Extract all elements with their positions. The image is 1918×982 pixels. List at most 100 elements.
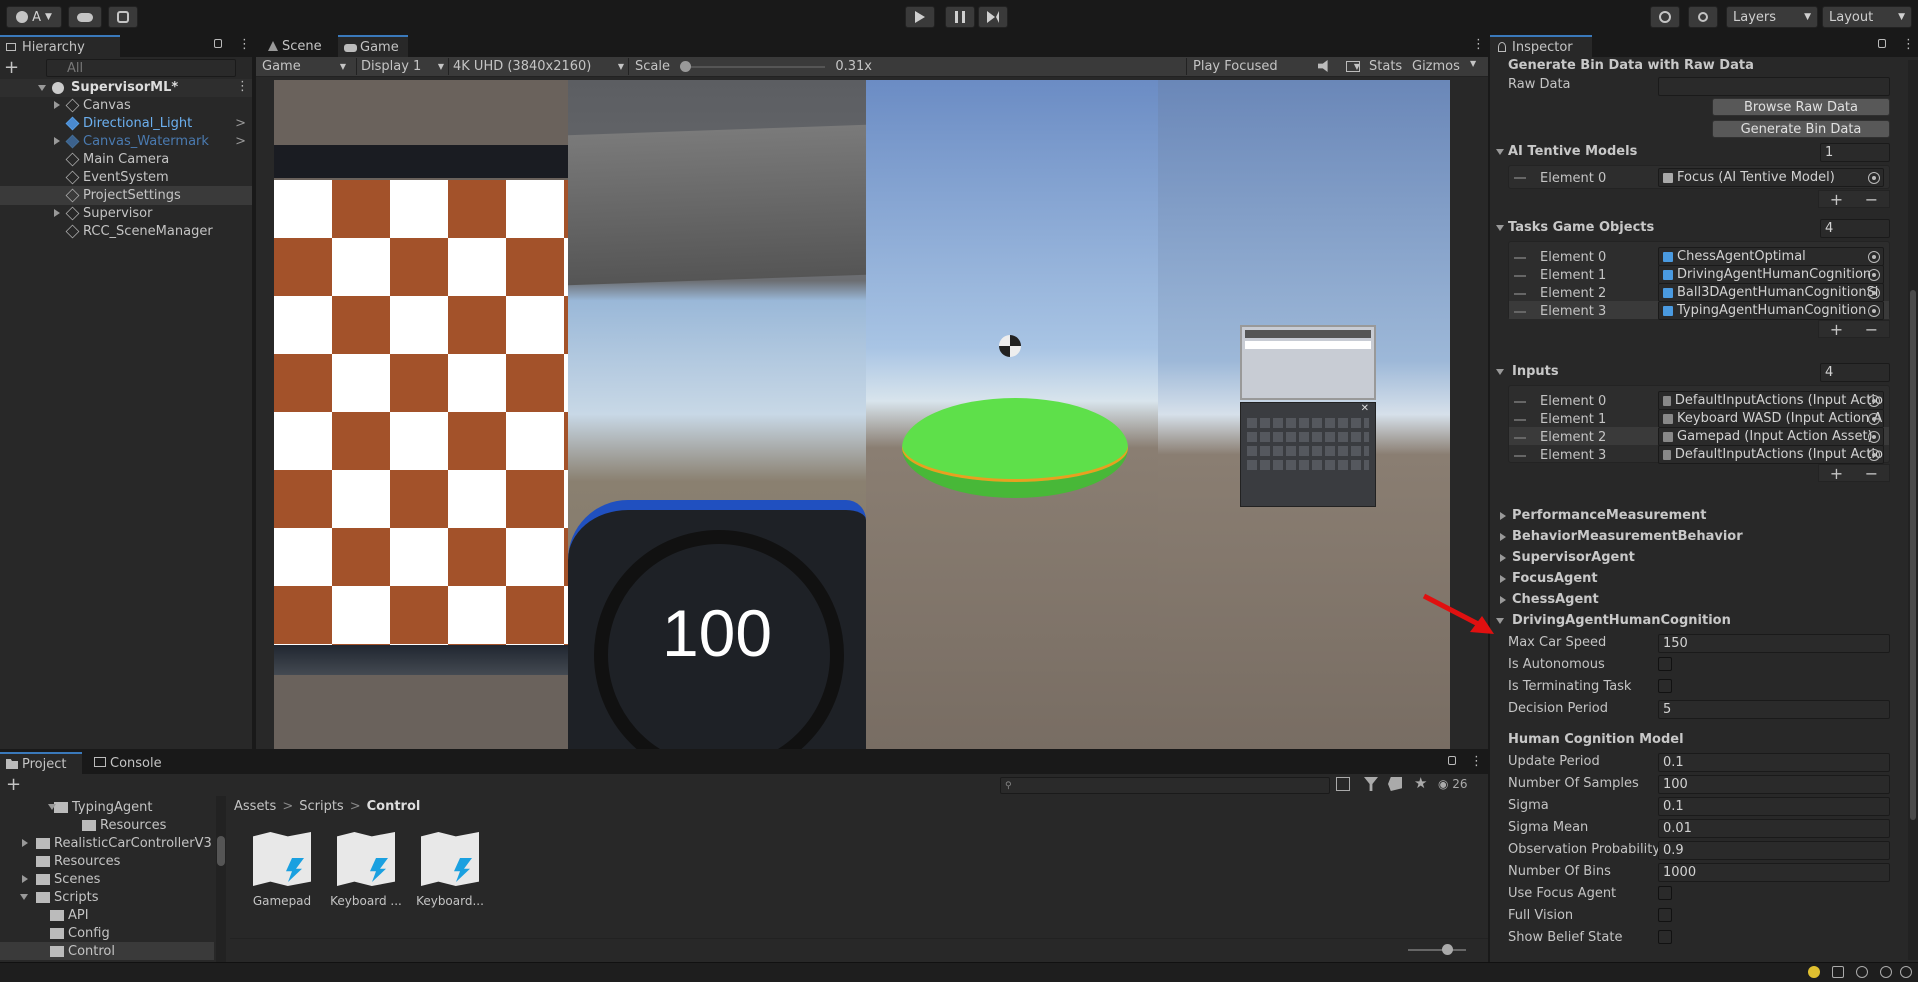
- add-element-icon[interactable]: +: [1830, 320, 1843, 339]
- decision-period-field[interactable]: 5: [1658, 700, 1890, 719]
- object-picker-icon[interactable]: [1868, 172, 1880, 184]
- drag-handle-icon[interactable]: [1514, 275, 1526, 277]
- number-of-samples-field[interactable]: 100: [1658, 775, 1890, 794]
- project-tree-item[interactable]: Scenes: [22, 871, 100, 888]
- breadcrumb-item[interactable]: Scripts: [299, 799, 343, 814]
- layout-dropdown[interactable]: Layout ▼: [1822, 6, 1912, 28]
- tab-game[interactable]: Game: [338, 35, 408, 57]
- add-element-icon[interactable]: +: [1830, 190, 1843, 209]
- number-of-bins-field[interactable]: 1000: [1658, 863, 1890, 882]
- remove-element-icon[interactable]: −: [1865, 320, 1878, 339]
- expand-icon[interactable]: [38, 85, 46, 91]
- component-driving-agent[interactable]: DrivingAgentHumanCognition: [1512, 613, 1731, 628]
- sigma-field[interactable]: 0.1: [1658, 797, 1890, 816]
- asset-item[interactable]: Gamepad: [244, 832, 320, 912]
- gizmos-button[interactable]: Gizmos: [1412, 58, 1460, 75]
- filter-label-icon[interactable]: [1364, 777, 1378, 791]
- drag-handle-icon[interactable]: [1514, 311, 1526, 313]
- max-car-speed-field[interactable]: 150: [1658, 634, 1890, 653]
- tab-scene[interactable]: Scene: [260, 35, 336, 57]
- add-icon[interactable]: +: [6, 774, 21, 795]
- sigma-mean-field[interactable]: 0.01: [1658, 819, 1890, 838]
- lock-icon[interactable]: [1878, 39, 1886, 48]
- drag-handle-icon[interactable]: [1514, 455, 1526, 457]
- object-picker-icon[interactable]: [1868, 251, 1880, 263]
- component-chess-agent[interactable]: ChessAgent: [1512, 592, 1599, 607]
- grid-icon[interactable]: [1346, 61, 1360, 72]
- stats-button[interactable]: Stats: [1369, 58, 1402, 75]
- tasks-game-objects-label[interactable]: Tasks Game Objects: [1508, 220, 1654, 235]
- object-picker-icon[interactable]: [1868, 449, 1880, 461]
- play-button[interactable]: [905, 6, 935, 28]
- remove-element-icon[interactable]: −: [1865, 464, 1878, 483]
- game-viewport[interactable]: 100 ✕: [274, 80, 1450, 749]
- object-field[interactable]: ChessAgentOptimal: [1658, 247, 1884, 266]
- object-picker-icon[interactable]: [1868, 413, 1880, 425]
- remove-element-icon[interactable]: −: [1865, 190, 1878, 209]
- drag-handle-icon[interactable]: [1514, 293, 1526, 295]
- inputs-count-field[interactable]: 4: [1820, 363, 1890, 382]
- add-element-icon[interactable]: +: [1830, 464, 1843, 483]
- observation-probability-field[interactable]: 0.9: [1658, 841, 1890, 860]
- object-picker-icon[interactable]: [1868, 305, 1880, 317]
- play-mode-dropdown[interactable]: Play Focused ▼: [1186, 58, 1366, 75]
- browse-raw-data-button[interactable]: Browse Raw Data: [1712, 98, 1890, 116]
- hierarchy-item[interactable]: Main Camera: [56, 151, 169, 168]
- gizmos-dropdown-icon[interactable]: ▼: [1470, 59, 1476, 68]
- asset-item[interactable]: Keyboard...: [412, 832, 488, 912]
- is-terminating-checkbox[interactable]: [1658, 679, 1672, 693]
- menu-icon[interactable]: ⋮: [236, 79, 249, 94]
- tab-inspector[interactable]: Inspector: [1490, 35, 1592, 57]
- cloud-button[interactable]: [68, 6, 102, 28]
- scene-row[interactable]: SupervisorML* ⋮: [0, 79, 252, 97]
- models-count-field[interactable]: 1: [1820, 143, 1890, 162]
- settings-button[interactable]: [108, 6, 138, 28]
- is-autonomous-checkbox[interactable]: [1658, 657, 1672, 671]
- layers-dropdown[interactable]: Layers ▼: [1726, 6, 1818, 28]
- menu-icon[interactable]: ⋮: [1472, 37, 1485, 52]
- check-icon[interactable]: [1900, 966, 1912, 978]
- hierarchy-item[interactable]: RCC_SceneManager: [56, 223, 213, 240]
- project-tree-item[interactable]: API: [50, 907, 89, 924]
- project-tree-item[interactable]: Config: [50, 925, 110, 942]
- hierarchy-item[interactable]: Canvas: [54, 97, 131, 114]
- hidden-count[interactable]: ◉ 26: [1438, 777, 1468, 791]
- hierarchy-search-input[interactable]: All: [46, 59, 236, 77]
- tab-console[interactable]: Console: [88, 752, 178, 774]
- object-field[interactable]: Keyboard WASD (Input Action A: [1658, 409, 1884, 428]
- account-button[interactable]: A ▼: [6, 6, 62, 28]
- hierarchy-item[interactable]: EventSystem: [56, 169, 169, 186]
- breadcrumb-item[interactable]: Assets: [234, 799, 276, 814]
- generate-bin-data-button[interactable]: Generate Bin Data: [1712, 120, 1890, 138]
- project-search-input[interactable]: ⚲: [1000, 777, 1330, 794]
- add-icon[interactable]: +: [4, 59, 19, 77]
- drag-handle-icon[interactable]: [1514, 419, 1526, 421]
- object-field[interactable]: Ball3DAgentHumanCognitionSi: [1658, 283, 1884, 302]
- settings-icon[interactable]: [1880, 966, 1892, 978]
- tree-scrollbar[interactable]: [216, 796, 226, 962]
- project-tree-item[interactable]: Resources: [36, 853, 120, 870]
- raw-data-field[interactable]: [1658, 77, 1890, 96]
- menu-icon[interactable]: ⋮: [1470, 754, 1483, 769]
- tab-project[interactable]: Project: [0, 752, 82, 774]
- display-dropdown[interactable]: Display 1 ▼: [356, 58, 448, 75]
- favorite-icon[interactable]: ★: [1414, 774, 1427, 792]
- use-focus-agent-checkbox[interactable]: [1658, 886, 1672, 900]
- show-belief-state-checkbox[interactable]: [1658, 930, 1672, 944]
- ai-tentive-models-label[interactable]: AI Tentive Models: [1508, 144, 1637, 159]
- search-button[interactable]: [1688, 6, 1718, 28]
- network-icon[interactable]: [1856, 966, 1868, 978]
- filter-type-icon[interactable]: [1336, 777, 1350, 791]
- scale-slider-handle[interactable]: [679, 60, 691, 72]
- project-tree-item[interactable]: Resources: [82, 817, 166, 834]
- step-button[interactable]: [978, 6, 1008, 28]
- foldout-icon[interactable]: [1496, 149, 1504, 155]
- history-button[interactable]: [1650, 6, 1680, 28]
- scale-slider[interactable]: Scale 0.31x: [628, 58, 878, 75]
- object-picker-icon[interactable]: [1868, 395, 1880, 407]
- lock-icon[interactable]: [214, 39, 222, 48]
- foldout-icon[interactable]: [1496, 369, 1504, 375]
- object-picker-icon[interactable]: [1868, 269, 1880, 281]
- tag-icon[interactable]: [1388, 777, 1402, 791]
- object-field[interactable]: DrivingAgentHumanCognition: [1658, 265, 1884, 284]
